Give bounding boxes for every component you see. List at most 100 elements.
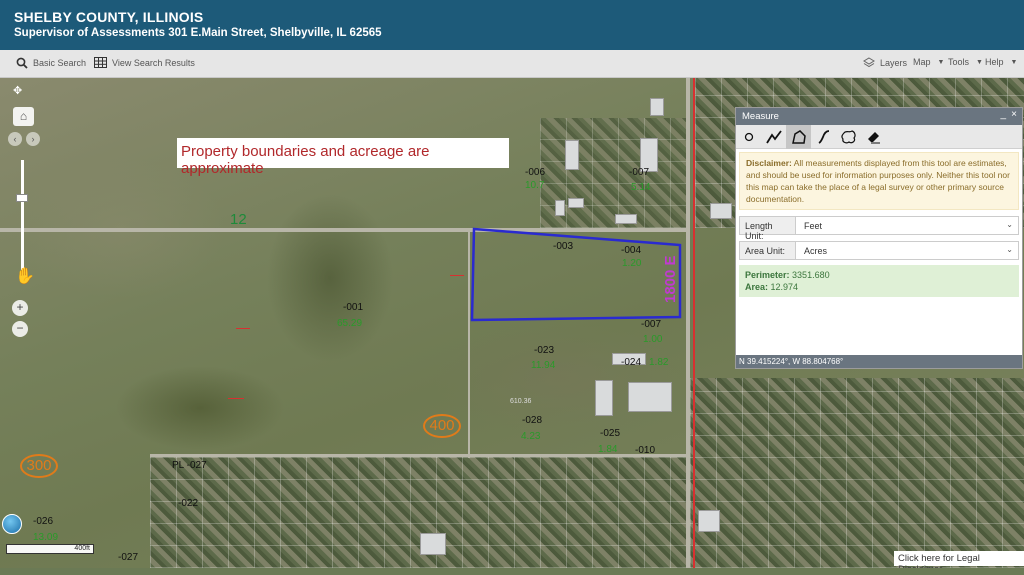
pan-control-icon[interactable]: ✥ — [13, 84, 22, 97]
forward-arrow-button[interactable]: › — [26, 132, 40, 146]
view-search-results-label: View Search Results — [112, 57, 195, 68]
area-unit-label: Area Unit: — [739, 241, 796, 260]
building — [650, 98, 664, 116]
tools-menu-label: Tools — [948, 57, 970, 67]
dimension-label: 610.36 — [510, 398, 532, 405]
app-header: SHELBY COUNTY, ILLINOIS Supervisor of As… — [0, 0, 1024, 50]
view-search-results-button[interactable]: View Search Results — [94, 57, 195, 68]
help-menu-label: Help — [985, 57, 1004, 67]
parcel-id: -003 — [553, 241, 574, 252]
eraser-tool-button[interactable] — [861, 125, 886, 149]
parcel-acreage: 1.82 — [649, 357, 669, 368]
building — [420, 533, 446, 555]
building — [615, 214, 637, 224]
hand-cursor-icon: ✋ — [15, 268, 35, 285]
zoom-slider-handle[interactable] — [16, 194, 28, 202]
building — [595, 380, 613, 416]
map-menu[interactable]: Map ▼ — [913, 57, 944, 67]
search-icon — [16, 57, 28, 69]
perimeter-result: Perimeter: 3351.680 — [745, 269, 1013, 281]
parcel-acreage: 65.29 — [337, 318, 363, 329]
road-label: 12 — [230, 211, 247, 228]
freehand-polygon-icon — [840, 130, 856, 144]
freehand-line-tool-button[interactable] — [811, 125, 836, 149]
caret-down-icon: ▼ — [976, 58, 983, 66]
parcel-id: -024 — [621, 357, 642, 368]
area-unit-select[interactable]: Acres ⌄ — [796, 241, 1019, 260]
measure-disclaimer: Disclaimer: All measurements displayed f… — [739, 152, 1019, 210]
perimeter-value: 3351.680 — [792, 270, 830, 280]
zoom-slider-track[interactable] — [21, 160, 24, 270]
boundary-marker — [450, 275, 464, 276]
town-area — [690, 378, 1024, 568]
length-unit-select[interactable]: Feet ⌄ — [796, 216, 1019, 235]
parcel-id: -001 — [343, 302, 364, 313]
minimize-icon[interactable]: _ — [1000, 109, 1006, 120]
basic-search-button[interactable]: Basic Search — [16, 57, 86, 69]
freehand-polygon-tool-button[interactable] — [836, 125, 861, 149]
boundary-marker — [236, 328, 250, 329]
toolbar: Basic Search View Search Results Layers … — [0, 50, 1024, 78]
acreage-notice-banner: Property boundaries and acreage are appr… — [177, 138, 509, 177]
area-result-label: Area: — [745, 282, 769, 292]
area-result: Area: 12.974 — [745, 281, 1013, 293]
legal-disclaimer-link[interactable]: Click here for Legal Disclaimer — [894, 551, 1024, 568]
help-menu[interactable]: Help ▼ — [985, 57, 1017, 67]
basemap-globe-icon[interactable] — [2, 514, 22, 534]
length-unit-value: Feet — [804, 221, 823, 231]
parcel-acreage: 1.84 — [598, 444, 618, 455]
length-unit-label: Length Unit: — [739, 216, 796, 241]
home-button[interactable]: ⌂ — [13, 107, 34, 126]
back-arrow-button[interactable]: ‹ — [8, 132, 22, 146]
parcel-id: -028 — [522, 415, 543, 426]
line-tool-button[interactable] — [761, 125, 786, 149]
area-unit-row: Area Unit: Acres ⌄ — [739, 241, 1019, 260]
boundary-line — [693, 78, 695, 568]
basic-search-label: Basic Search — [33, 58, 87, 68]
parcel-id: -007 — [629, 167, 650, 178]
parcel-acreage: 10.7 — [525, 180, 545, 191]
layers-button[interactable]: Layers — [863, 57, 907, 69]
freehand-line-icon — [818, 130, 829, 144]
grid-icon — [94, 57, 107, 68]
parcel-acreage: 1.20 — [622, 258, 642, 269]
parcel-id: -004 — [621, 245, 642, 256]
point-tool-button[interactable] — [736, 125, 761, 149]
measure-panel: Measure _ × Disclaimer: All measurements… — [735, 107, 1023, 369]
parcel-id: -023 — [534, 345, 555, 356]
tools-menu[interactable]: Tools ▼ — [948, 57, 983, 67]
layers-icon — [863, 57, 875, 68]
cursor-coordinates: N 39.415224°, W 88.804768° — [736, 355, 1022, 368]
parcel-acreage: 4.23 — [521, 431, 541, 442]
area-result-value: 12.974 — [770, 282, 799, 292]
parcel-id: -027 — [118, 552, 139, 563]
measure-result: Perimeter: 3351.680 Area: 12.974 — [739, 265, 1019, 297]
zoom-out-button[interactable]: − — [12, 321, 28, 337]
parcel-id: -025 — [600, 428, 621, 439]
building — [628, 382, 672, 412]
zoom-in-button[interactable]: + — [12, 300, 28, 316]
caret-down-icon: ▼ — [1010, 58, 1018, 66]
parcel-acreage: 13.09 — [33, 532, 59, 543]
polygon-tool-button[interactable] — [786, 125, 811, 149]
building — [568, 198, 584, 208]
building — [710, 203, 732, 219]
building — [555, 200, 565, 216]
scale-bar: 400ft — [6, 544, 94, 554]
parcel-acreage: 1.00 — [643, 334, 663, 345]
area-unit-value: Acres — [804, 246, 828, 256]
parcel-id: -006 — [525, 167, 546, 178]
road — [686, 78, 690, 568]
layers-label: Layers — [880, 58, 908, 68]
measure-toolbar — [736, 125, 1022, 149]
building — [565, 140, 579, 170]
disclaimer-heading: Disclaimer: — [746, 158, 792, 168]
boundary-marker — [228, 398, 244, 399]
parcel-id: -010 — [635, 445, 656, 456]
polygon-icon — [791, 130, 806, 144]
measure-panel-title: Measure — [742, 111, 779, 122]
close-icon[interactable]: × — [1011, 109, 1017, 120]
chevron-down-icon: ⌄ — [1006, 245, 1013, 254]
parcel-acreage: 11.94 — [531, 360, 556, 371]
parcel-id: -007 — [641, 319, 662, 330]
